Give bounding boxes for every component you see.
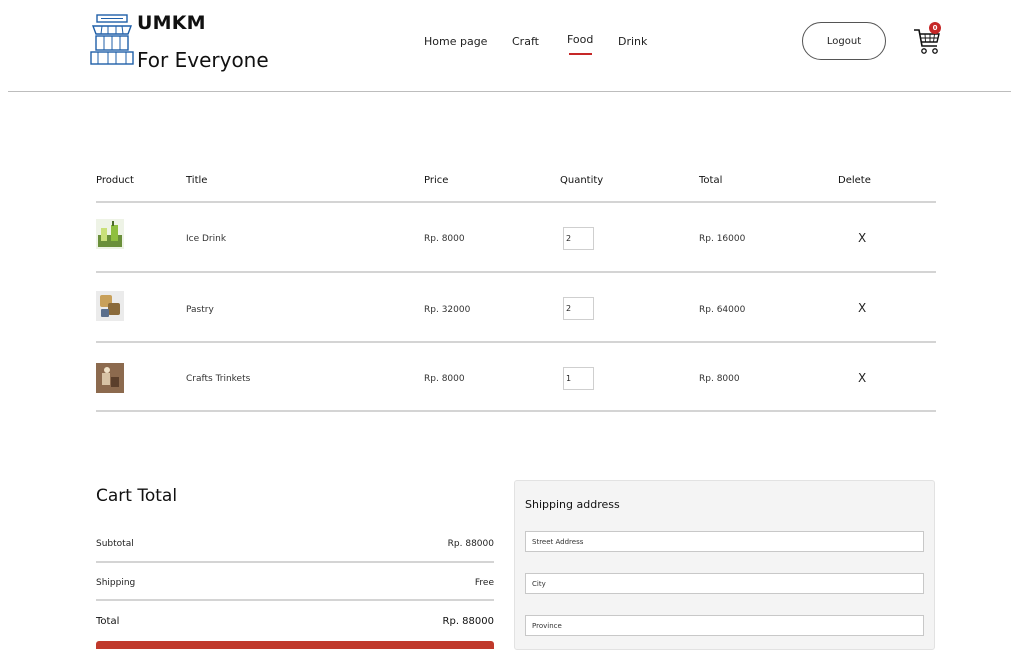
drink-thumbnail <box>96 219 124 249</box>
table-divider <box>96 410 936 412</box>
shipping-address-title: Shipping address <box>525 498 620 511</box>
column-header-product: Product <box>96 175 134 186</box>
column-header-title: Title <box>186 175 208 186</box>
nav-craft[interactable]: Craft <box>512 35 539 48</box>
crafts-thumbnail <box>96 363 124 393</box>
cart-count-badge: 0 <box>929 22 941 34</box>
row-total: Rp. 64000 <box>699 305 746 315</box>
table-divider <box>96 201 936 203</box>
subtotal-label: Subtotal <box>96 539 134 549</box>
nav-food[interactable]: Food <box>567 33 593 46</box>
site-header: UMKM For Everyone Home page Craft Food D… <box>0 0 1011 92</box>
street-address-input[interactable] <box>525 531 924 552</box>
product-title: Pastry <box>186 305 214 315</box>
storefront-icon <box>90 14 134 65</box>
checkout-button[interactable] <box>96 641 494 649</box>
logout-button[interactable]: Logout <box>802 22 886 60</box>
product-title: Crafts Trinkets <box>186 374 251 384</box>
column-header-price: Price <box>424 175 449 186</box>
pastry-thumbnail <box>96 291 124 321</box>
delete-icon[interactable]: X <box>858 301 866 315</box>
city-input[interactable] <box>525 573 924 594</box>
brand-tagline[interactable]: For Everyone <box>137 48 269 72</box>
total-divider <box>96 561 494 563</box>
province-input[interactable] <box>525 615 924 636</box>
table-divider <box>96 271 936 273</box>
quantity-input[interactable] <box>563 227 594 250</box>
nav-drink[interactable]: Drink <box>618 35 647 48</box>
column-header-quantity: Quantity <box>560 175 604 186</box>
shipping-label: Shipping <box>96 578 136 588</box>
product-price: Rp. 8000 <box>424 374 465 384</box>
brand-name[interactable]: UMKM <box>137 12 206 34</box>
quantity-input[interactable] <box>563 367 594 390</box>
delete-icon[interactable]: X <box>858 371 866 385</box>
product-price: Rp. 8000 <box>424 234 465 244</box>
subtotal-value: Rp. 88000 <box>447 539 494 549</box>
total-label: Total <box>96 616 120 627</box>
shipping-value: Free <box>474 578 494 588</box>
column-header-total: Total <box>699 175 723 186</box>
header-divider <box>8 91 1011 92</box>
nav-active-indicator <box>569 53 592 55</box>
column-header-delete: Delete <box>838 175 871 186</box>
table-divider <box>96 341 936 343</box>
total-divider <box>96 599 494 601</box>
delete-icon[interactable]: X <box>858 231 866 245</box>
quantity-input[interactable] <box>563 297 594 320</box>
cart-total-title: Cart Total <box>96 486 178 506</box>
product-title: Ice Drink <box>186 234 227 244</box>
nav-home-page[interactable]: Home page <box>424 35 487 48</box>
product-price: Rp. 32000 <box>424 305 471 315</box>
total-value: Rp. 88000 <box>442 616 494 627</box>
row-total: Rp. 16000 <box>699 234 746 244</box>
row-total: Rp. 8000 <box>699 374 740 384</box>
